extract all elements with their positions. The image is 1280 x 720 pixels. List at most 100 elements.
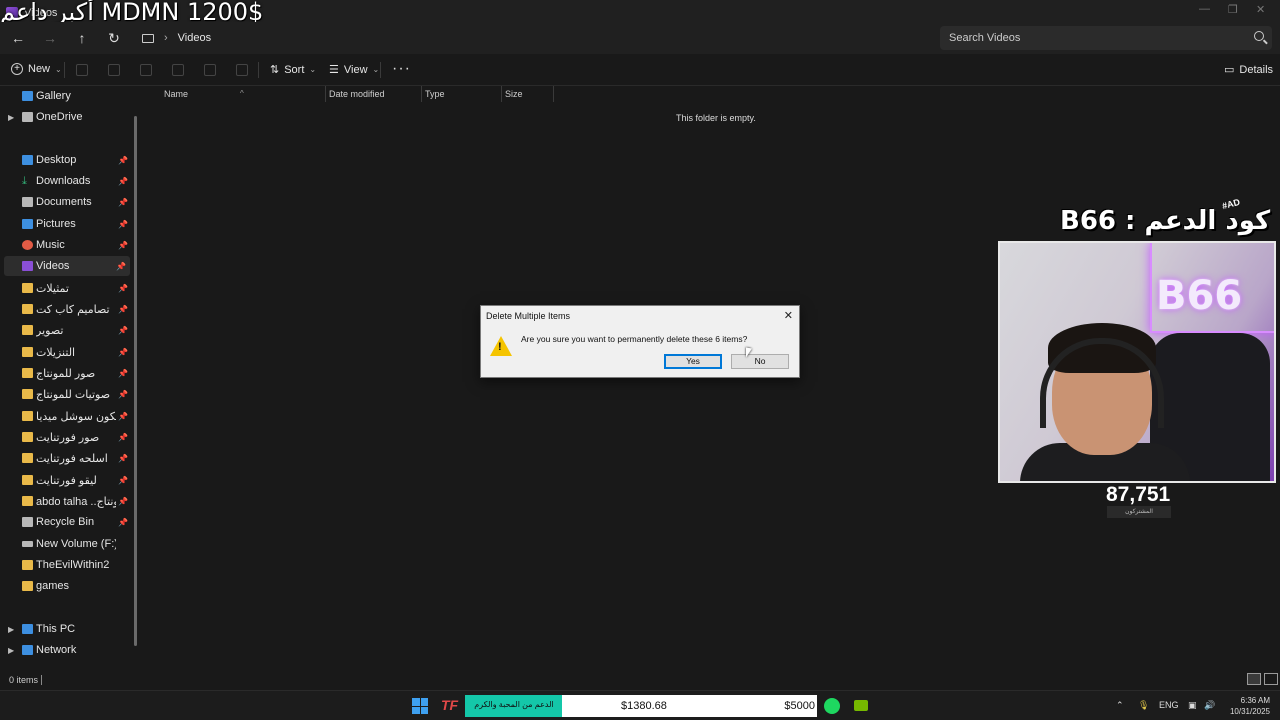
cut-icon[interactable] [76,64,88,76]
chevron-right-icon[interactable]: ▶ [8,113,14,122]
close-window-icon[interactable]: ✕ [1256,3,1265,16]
microphone-icon[interactable]: 🎙 [1138,700,1149,711]
delete-confirmation-dialog: Delete Multiple Items ✕ ! Are you sure y… [480,305,800,378]
close-icon[interactable]: ✕ [784,309,793,322]
folder-icon [22,475,33,485]
details-view-icon[interactable] [1247,673,1261,685]
chevron-up-icon[interactable]: ⌃ [1116,700,1124,711]
rename-icon[interactable] [172,64,184,76]
address-bar[interactable]: › Videos [134,26,934,50]
divider [380,62,381,78]
sidebar-item-folder[interactable]: صور للمونتاج 📌 [0,363,132,383]
column-divider[interactable] [325,86,326,102]
empty-folder-message: This folder is empty. [676,113,756,123]
sidebar-item-folder[interactable]: تمثيلات 📌 [0,278,132,298]
pictures-icon [22,219,33,229]
breadcrumb[interactable]: Videos [178,32,211,44]
minimize-icon[interactable]: — [1199,3,1210,15]
share-icon[interactable] [204,64,216,76]
copy-icon[interactable] [108,64,120,76]
support-code-banner: كود الدعم : B66 [1060,206,1271,236]
column-header-date[interactable]: Date modified [329,86,385,104]
sidebar-item-folder[interactable]: صور فورتنايت 📌 [0,427,132,447]
chevron-right-icon[interactable]: ▶ [8,625,14,634]
paste-icon[interactable] [140,64,152,76]
windows-start-icon[interactable] [412,698,428,714]
sidebar-item-recycle-bin[interactable]: Recycle Bin 📌 [0,512,132,532]
folder-icon [22,496,33,506]
network-icon [22,645,33,655]
dialog-title: Delete Multiple Items [486,311,571,321]
sidebar-item-folder[interactable]: تصاميم كاب كت 📌 [0,299,132,319]
maximize-icon[interactable]: ❐ [1228,3,1238,16]
sidebar-item-label: Documents [36,196,92,208]
network-icon[interactable]: ▣ [1188,700,1197,711]
sidebar-item-folder[interactable]: ليقو فورتنايت 📌 [0,470,132,490]
sidebar-item-label: ليقو فورتنايت [36,474,97,487]
sidebar-item-drive-f[interactable]: New Volume (F:) [0,534,132,554]
sort-up-icon: ^ [240,89,244,98]
sidebar-item-music[interactable]: Music 📌 [0,235,132,255]
sidebar-scrollbar[interactable] [134,116,137,646]
column-header-type[interactable]: Type [425,86,445,104]
column-divider[interactable] [421,86,422,102]
column-divider[interactable] [501,86,502,102]
search-icon[interactable] [1254,31,1264,41]
volume-icon[interactable]: 🔊 [1204,700,1215,711]
command-bar: + New ⌄ ⇅ Sort ⌄ ☰ View ⌄ ··· ▭ Details [0,54,1280,86]
sidebar-item-network[interactable]: ▶ Network [0,640,132,660]
sidebar-item-downloads[interactable]: ⤓ Downloads 📌 [0,171,132,191]
nvidia-icon[interactable] [854,700,868,711]
refresh-icon[interactable]: ↻ [104,28,124,48]
new-label: New [28,63,51,75]
sort-button[interactable]: ⇅ Sort ⌄ [270,63,316,77]
system-clock[interactable]: 6:36 AM 10/31/2025 [1226,695,1270,717]
sidebar-item-folder[interactable]: صوتيات للمونتاج 📌 [0,384,132,404]
no-button[interactable]: No [731,354,789,369]
sidebar-item-folder[interactable]: ايكون سوشل ميديا 📌 [0,406,132,426]
language-indicator[interactable]: ENG [1159,700,1179,710]
up-arrow-icon[interactable]: ↑ [72,28,92,48]
sidebar-item-onedrive[interactable]: ▶ OneDrive [0,107,132,127]
forward-arrow-icon[interactable]: → [40,28,60,48]
column-header-name[interactable]: Name [164,86,188,104]
details-button[interactable]: ▭ Details [1224,63,1274,77]
sidebar-item-folder[interactable]: games [0,576,132,596]
more-options-icon[interactable]: ··· [392,60,411,78]
chevron-right-icon[interactable]: ▶ [8,646,14,655]
search-input[interactable]: Search Videos [940,26,1272,50]
details-pane-icon: ▭ [1224,64,1235,76]
new-button[interactable]: + New ⌄ [11,63,62,75]
folder-icon [22,368,33,378]
sidebar-item-folder[interactable]: التنزيلات 📌 [0,342,132,362]
sidebar-item-pictures[interactable]: Pictures 📌 [0,214,132,234]
delete-icon[interactable] [236,64,248,76]
spotify-icon[interactable] [824,698,840,714]
back-arrow-icon[interactable]: ← [8,28,28,48]
yes-button[interactable]: Yes [664,354,722,369]
chevron-right-icon: › [164,32,168,44]
sidebar-item-folder[interactable]: abdo talha ..تات المونتاج 📌 [0,491,132,511]
column-divider[interactable] [553,86,554,102]
recycle-bin-icon [22,517,33,527]
folder-icon [22,347,33,357]
view-button[interactable]: ☰ View ⌄ [329,63,379,77]
sort-icon: ⇅ [270,64,280,76]
tf-app-icon[interactable]: TF [441,697,458,713]
sidebar-item-desktop[interactable]: Desktop 📌 [0,150,132,170]
sidebar-item-this-pc[interactable]: ▶ This PC [0,619,132,639]
sidebar-item-videos[interactable]: Videos 📌 [4,256,130,276]
sidebar-item-folder[interactable]: TheEvilWithin2 [0,555,132,575]
sidebar-item-folder[interactable]: اسلحه فورتنايت 📌 [0,448,132,468]
sidebar-item-documents[interactable]: Documents 📌 [0,192,132,212]
sidebar-item-folder[interactable]: تصوير 📌 [0,320,132,340]
sidebar-item-label: Pictures [36,218,76,230]
column-header-size[interactable]: Size [505,86,523,104]
view-label: View [343,63,368,76]
tiles-view-icon[interactable] [1264,673,1278,685]
videos-icon [22,261,33,271]
sidebar-item-gallery[interactable]: Gallery [0,86,132,106]
folder-icon [22,304,33,314]
details-label: Details [1239,63,1274,76]
subscriber-label: المشتركون [1107,506,1171,518]
